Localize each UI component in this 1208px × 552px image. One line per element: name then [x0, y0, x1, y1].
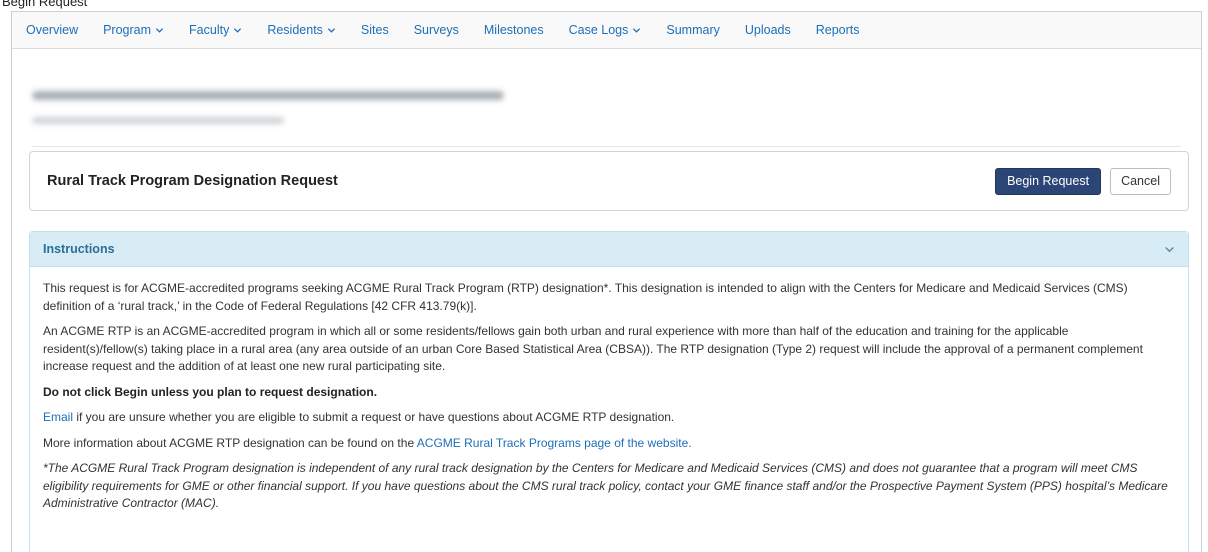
program-header: [12, 49, 1201, 147]
nav-label: Residents: [267, 23, 323, 37]
request-title: Rural Track Program Designation Request: [47, 173, 338, 189]
nav-reports[interactable]: Reports: [816, 23, 860, 37]
nav-faculty[interactable]: Faculty: [189, 23, 242, 37]
request-panel: Rural Track Program Designation Request …: [29, 151, 1189, 211]
instructions-heading: Instructions: [43, 242, 115, 256]
email-line-text: if you are unsure whether you are eligib…: [73, 410, 675, 424]
header-divider: [32, 146, 1181, 147]
program-frame: Overview Program Faculty Residents Sites…: [11, 11, 1202, 552]
begin-request-button[interactable]: Begin Request: [995, 167, 1102, 195]
nav-label: Reports: [815, 23, 860, 37]
nav-residents[interactable]: Residents: [267, 23, 336, 37]
nav-label: Case Logs: [568, 23, 629, 37]
instructions-paragraph-2: An ACGME RTP is an ACGME-accredited prog…: [43, 324, 1143, 373]
instructions-paragraph-1: This request is for ACGME-accredited pro…: [43, 281, 1128, 313]
nav-program[interactable]: Program: [103, 23, 164, 37]
top-navigation: Overview Program Faculty Residents Sites…: [12, 12, 1201, 49]
instructions-footnote: *The ACGME Rural Track Program designati…: [43, 461, 1168, 510]
instructions-body: This request is for ACGME-accredited pro…: [30, 267, 1188, 513]
chevron-down-icon: [234, 27, 242, 33]
nav-label: Uploads: [744, 23, 791, 37]
instructions-email-line: Email if you are unsure whether you are …: [43, 409, 1175, 427]
nav-label: Sites: [360, 23, 389, 37]
more-info-text: More information about ACGME RTP designa…: [43, 435, 417, 450]
chevron-down-icon: [327, 27, 336, 33]
nav-summary[interactable]: Summary: [666, 23, 719, 37]
nav-label: Surveys: [413, 23, 459, 37]
nav-label: Faculty: [189, 23, 230, 37]
instructions-warning: Do not click Begin unless you plan to re…: [43, 384, 378, 399]
instructions-panel: Instructions This request is for ACGME-a…: [29, 231, 1189, 552]
chevron-down-icon: [633, 27, 641, 33]
nav-milestones[interactable]: Milestones: [484, 23, 544, 37]
caption-text: Begin Request: [2, 0, 88, 9]
nav-label: Summary: [666, 23, 720, 37]
nav-label: Overview: [26, 23, 79, 37]
nav-sites[interactable]: Sites: [361, 23, 389, 37]
nav-overview[interactable]: Overview: [26, 23, 78, 37]
nav-uploads[interactable]: Uploads: [745, 23, 791, 37]
top-caption: Begin Request: [0, 0, 1208, 10]
nav-case-logs[interactable]: Case Logs: [569, 23, 642, 37]
nav-label: Program: [103, 23, 152, 37]
redacted-program-name: [32, 91, 504, 100]
redacted-program-specialty: [32, 117, 284, 124]
cancel-button[interactable]: Cancel: [1110, 167, 1171, 195]
email-link[interactable]: Email: [43, 410, 73, 424]
instructions-header[interactable]: Instructions: [30, 232, 1188, 267]
chevron-down-icon[interactable]: [1164, 244, 1175, 255]
nav-label: Milestones: [483, 23, 544, 37]
rural-track-programs-link[interactable]: ACGME Rural Track Programs page of the w…: [417, 436, 692, 450]
chevron-down-icon: [155, 27, 164, 33]
instructions-more-info-line: More information about ACGME RTP designa…: [43, 435, 1175, 453]
nav-surveys[interactable]: Surveys: [414, 23, 459, 37]
